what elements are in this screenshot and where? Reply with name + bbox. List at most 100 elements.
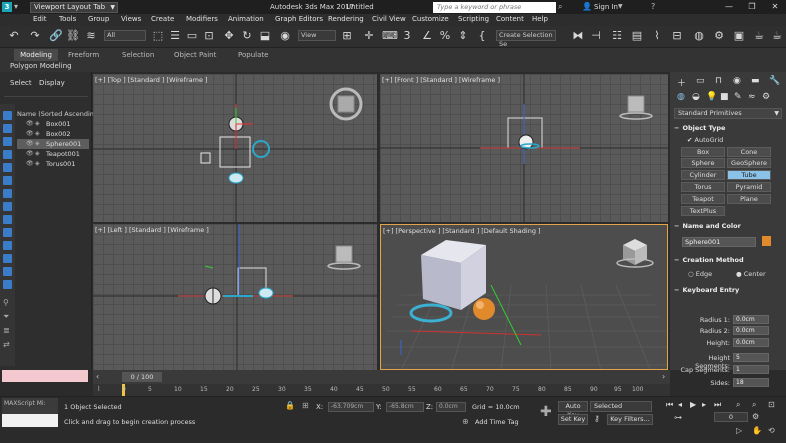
align-icon[interactable]: ⊣: [589, 29, 603, 43]
viewport-perspective[interactable]: [+] [Perspective ] [Standard ] [Default …: [380, 224, 668, 370]
select-by-name-icon[interactable]: ☰: [168, 29, 182, 43]
explorer-menu-select[interactable]: Select: [10, 79, 32, 87]
primitives-category-dropdown[interactable]: Standard Primitives ▼: [674, 108, 782, 119]
scale-icon[interactable]: ⬓: [258, 29, 272, 43]
utilities-tab-icon[interactable]: 🔧: [769, 76, 780, 86]
toggle-ribbon-icon[interactable]: ▤: [630, 29, 644, 43]
sync-selection-icon[interactable]: ⇄: [3, 340, 10, 349]
filter-spacewarps-icon[interactable]: [3, 176, 12, 185]
list-item[interactable]: 👁 ◈ Box001: [17, 119, 89, 129]
menu-edit[interactable]: Edit: [33, 15, 47, 23]
select-object-icon[interactable]: ⬚: [151, 29, 165, 43]
eye-icon[interactable]: 👁: [26, 160, 34, 167]
menu-modifiers[interactable]: Modifiers: [186, 15, 218, 23]
add-time-tag[interactable]: Add Time Tag: [475, 418, 519, 426]
orbit-icon[interactable]: ⟲: [768, 426, 775, 435]
maxscript-output[interactable]: [2, 414, 58, 427]
prev-key-icon[interactable]: ◂: [678, 400, 682, 409]
close-button[interactable]: ✕: [764, 0, 786, 14]
list-item-selected[interactable]: 👁 ◈ Sphere001: [17, 139, 89, 149]
viewport-label-perspective[interactable]: [+] [Perspective ] [Standard ] [Default …: [383, 227, 541, 235]
filter-lights-icon[interactable]: [3, 137, 12, 146]
torus-button[interactable]: Torus: [681, 182, 725, 192]
viewport-top[interactable]: [+] [Top ] [Standard ] [Wireframe ]: [93, 74, 377, 222]
go-to-end-icon[interactable]: ⏭: [714, 400, 721, 410]
tab-selection[interactable]: Selection: [122, 51, 154, 59]
search-input[interactable]: Type a keyword or phrase: [433, 2, 556, 13]
help-icon[interactable]: ?: [651, 2, 655, 11]
menu-rendering[interactable]: Rendering: [328, 15, 364, 23]
cylinder-button[interactable]: Cylinder: [681, 170, 725, 180]
menu-civil-view[interactable]: Civil View: [372, 15, 406, 23]
height-segments-field[interactable]: 5: [733, 353, 769, 362]
shapes-icon[interactable]: ◒: [692, 92, 700, 102]
prev-frame-icon[interactable]: ‹: [96, 372, 99, 381]
list-item[interactable]: 👁 ◈ Box002: [17, 129, 89, 139]
window-crossing-icon[interactable]: ⊡: [202, 29, 216, 43]
tube-button[interactable]: Tube: [727, 170, 771, 180]
list-item[interactable]: 👁 ◈ Torus001: [17, 159, 89, 169]
radius2-field[interactable]: 0.0cm: [733, 326, 769, 335]
tab-freeform[interactable]: Freeform: [68, 51, 99, 59]
rect-selection-icon[interactable]: ▭: [185, 29, 199, 43]
spacewarps-icon[interactable]: ≈: [748, 92, 756, 102]
z-coordinate-field[interactable]: 0.0cm: [436, 402, 466, 412]
render-teapot-icon[interactable]: ☕: [752, 29, 766, 43]
filter-funnel-icon[interactable]: ⏷: [3, 312, 9, 322]
maxscript-listener-input[interactable]: [2, 370, 88, 382]
layers-icon[interactable]: ≣: [3, 326, 10, 335]
pivot-center-icon[interactable]: ⊞: [340, 29, 354, 43]
snap-toggle-icon[interactable]: 3: [400, 29, 414, 43]
plane-button[interactable]: Plane: [727, 194, 771, 204]
cone-button[interactable]: Cone: [727, 147, 771, 157]
rollout-creation-method[interactable]: − Creation Method: [674, 256, 782, 267]
edit-named-sel-icon[interactable]: {: [475, 29, 489, 43]
selection-filter-dropdown[interactable]: All: [104, 30, 146, 41]
rollout-name-color[interactable]: − Name and Color: [674, 222, 782, 233]
quick-access-icon[interactable]: ▾: [14, 2, 18, 11]
radio-center[interactable]: ● Center: [736, 270, 766, 278]
time-tag-icon[interactable]: ⊕: [462, 417, 469, 426]
zoom-icon[interactable]: ⌕: [736, 400, 740, 410]
render-frame-icon[interactable]: ▣: [732, 29, 746, 43]
viewport-label-top[interactable]: [+] [Top ] [Standard ] [Wireframe ]: [95, 76, 208, 84]
auto-key-button[interactable]: Auto Key: [558, 401, 588, 419]
filter-cameras-icon[interactable]: [3, 150, 12, 159]
tab-object-paint[interactable]: Object Paint: [174, 51, 216, 59]
set-key-icon[interactable]: ✚: [540, 404, 552, 420]
box-button[interactable]: Box: [681, 147, 725, 157]
explorer-menu-display[interactable]: Display: [39, 79, 65, 87]
mirror-icon[interactable]: ⧓: [571, 29, 585, 43]
rollout-object-type[interactable]: − Object Type: [674, 124, 782, 135]
lights-icon[interactable]: 💡: [706, 92, 717, 102]
display-tab-icon[interactable]: ▬: [751, 76, 760, 86]
pan-icon[interactable]: ✋: [752, 426, 762, 435]
key-icon[interactable]: ⚷: [594, 414, 600, 423]
menu-views[interactable]: Views: [121, 15, 141, 23]
teapot-button[interactable]: Teapot: [681, 194, 725, 204]
cameras-icon[interactable]: ■: [720, 92, 729, 102]
place-icon[interactable]: ◉: [278, 29, 292, 43]
eye-icon[interactable]: 👁: [26, 120, 34, 127]
sign-in-link[interactable]: Sign In: [594, 3, 618, 11]
rotate-icon[interactable]: ↻: [240, 29, 254, 43]
filter-groups-icon[interactable]: [3, 189, 12, 198]
next-frame-icon[interactable]: ›: [662, 372, 665, 381]
menu-tools[interactable]: Tools: [59, 15, 76, 23]
select-manipulate-icon[interactable]: ✛: [362, 29, 376, 43]
unlink-icon[interactable]: ⛓: [66, 29, 80, 43]
menu-scripting[interactable]: Scripting: [458, 15, 489, 23]
rollout-keyboard-entry[interactable]: − Keyboard Entry: [674, 286, 782, 297]
go-to-start-icon[interactable]: ⏮: [666, 400, 673, 410]
curve-editor-icon[interactable]: ⌇: [650, 29, 664, 43]
viewport-label-left[interactable]: [+] [Left ] [Standard ] [Wireframe ]: [95, 226, 209, 234]
ribbon-panel-title[interactable]: Polygon Modeling: [10, 62, 72, 70]
user-icon[interactable]: 👤: [582, 2, 592, 11]
menu-graph-editors[interactable]: Graph Editors: [275, 15, 323, 23]
keyboard-shortcut-icon[interactable]: ⌨: [382, 29, 398, 43]
helpers-icon[interactable]: ✎: [734, 92, 742, 102]
time-config-icon[interactable]: ⚙: [752, 412, 759, 421]
geosphere-button[interactable]: GeoSphere: [727, 158, 771, 168]
move-icon[interactable]: ✥: [222, 29, 236, 43]
hierarchy-tab-icon[interactable]: ⊓: [715, 76, 722, 86]
